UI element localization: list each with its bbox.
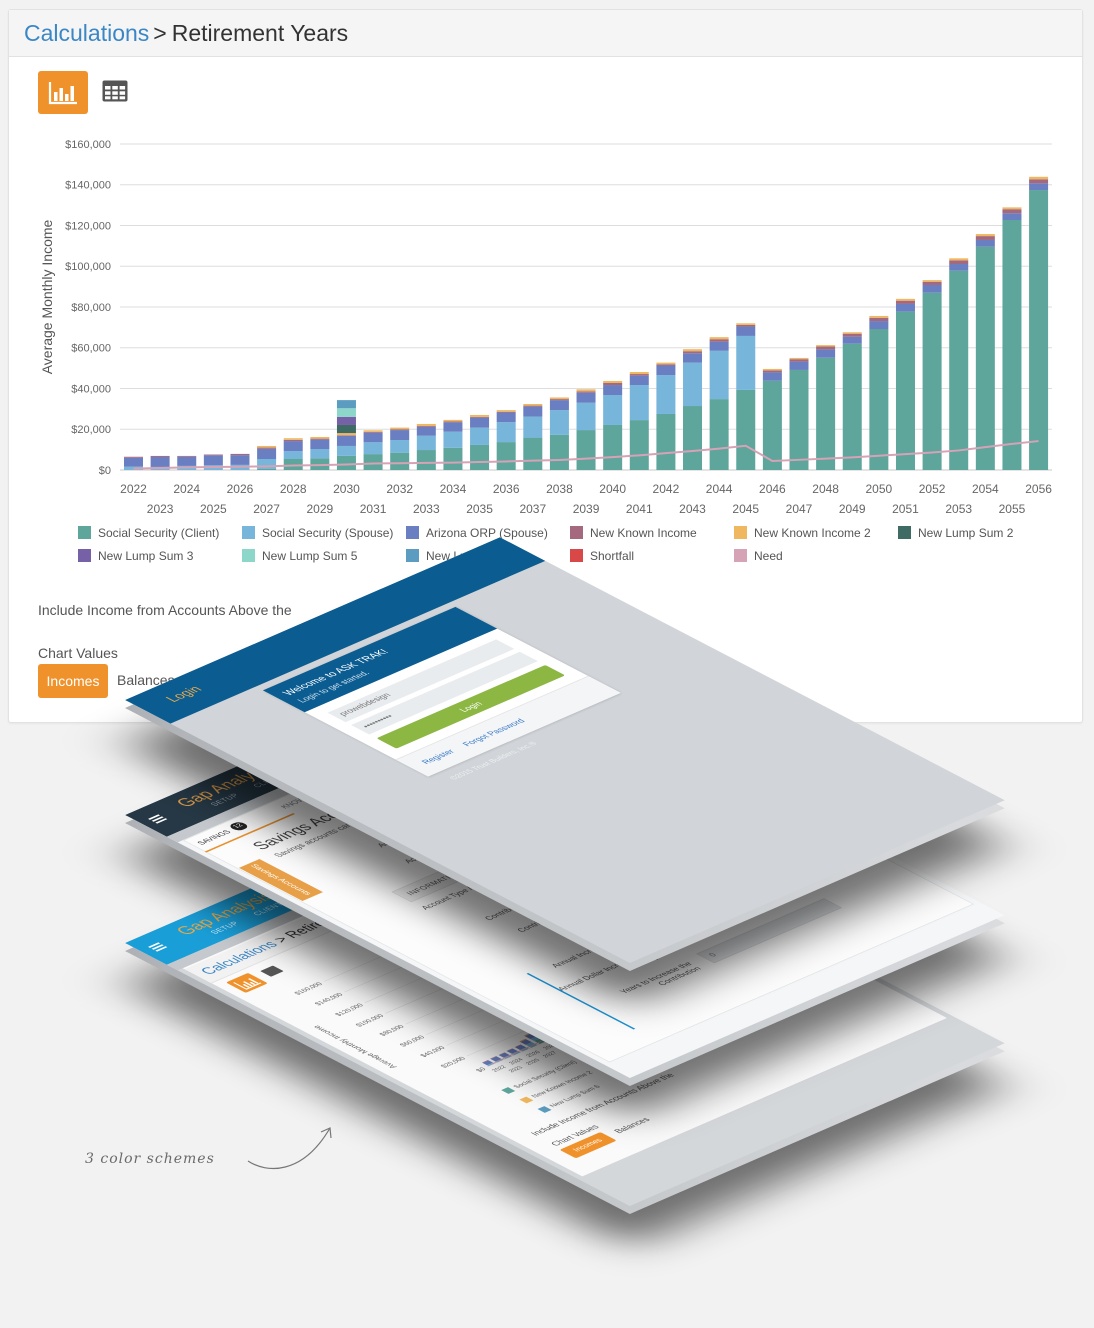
annotation-arrow-icon bbox=[247, 1127, 332, 1170]
